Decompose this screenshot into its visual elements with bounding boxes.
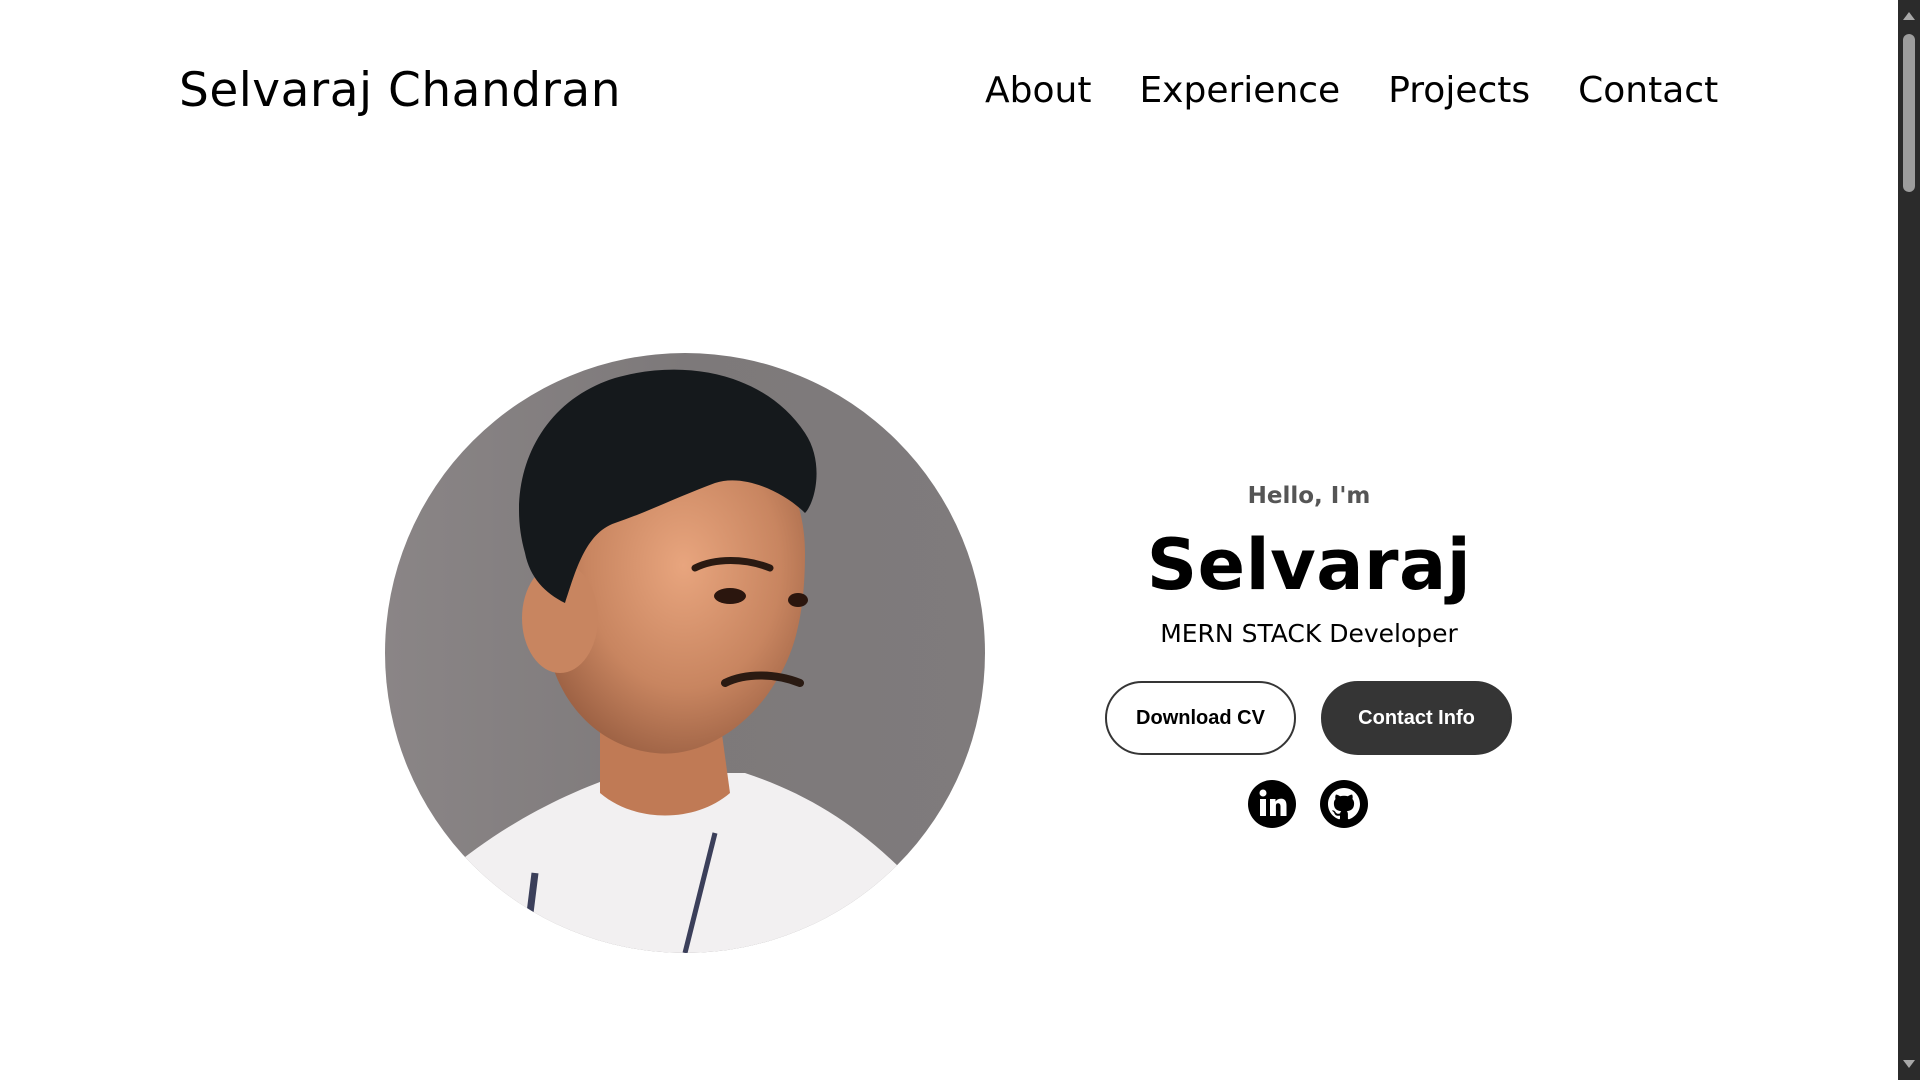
hero-role: MERN STACK Developer bbox=[1160, 619, 1458, 648]
social-links bbox=[1248, 780, 1368, 828]
nav-link-projects[interactable]: Projects bbox=[1388, 64, 1530, 118]
profile-picture bbox=[385, 353, 985, 953]
nav-link-contact[interactable]: Contact bbox=[1578, 64, 1718, 118]
hero-text: Hello, I'm Selvaraj MERN STACK Developer bbox=[1070, 476, 1548, 654]
contact-info-button[interactable]: Contact Info bbox=[1321, 681, 1512, 755]
greeting-text: Hello, I'm bbox=[1247, 483, 1371, 509]
site-logo[interactable]: Selvaraj Chandran bbox=[179, 58, 621, 124]
main-nav: About Experience Projects Contact bbox=[985, 64, 1718, 118]
github-icon[interactable] bbox=[1320, 780, 1368, 828]
nav-link-about[interactable]: About bbox=[985, 64, 1091, 118]
scroll-up-arrow-icon[interactable] bbox=[1903, 12, 1915, 20]
profile-portrait-illustration bbox=[385, 353, 985, 953]
page-scrollbar[interactable] bbox=[1898, 0, 1920, 1080]
hero-name: Selvaraj bbox=[1146, 524, 1472, 606]
scroll-down-arrow-icon[interactable] bbox=[1903, 1060, 1915, 1068]
nav-link-experience[interactable]: Experience bbox=[1139, 64, 1340, 118]
scroll-thumb[interactable] bbox=[1903, 34, 1915, 192]
download-cv-button[interactable]: Download CV bbox=[1105, 681, 1296, 755]
page: Selvaraj Chandran About Experience Proje… bbox=[0, 0, 1898, 1080]
linkedin-icon[interactable] bbox=[1248, 780, 1296, 828]
hero-buttons: Download CV Contact Info bbox=[1105, 681, 1512, 755]
